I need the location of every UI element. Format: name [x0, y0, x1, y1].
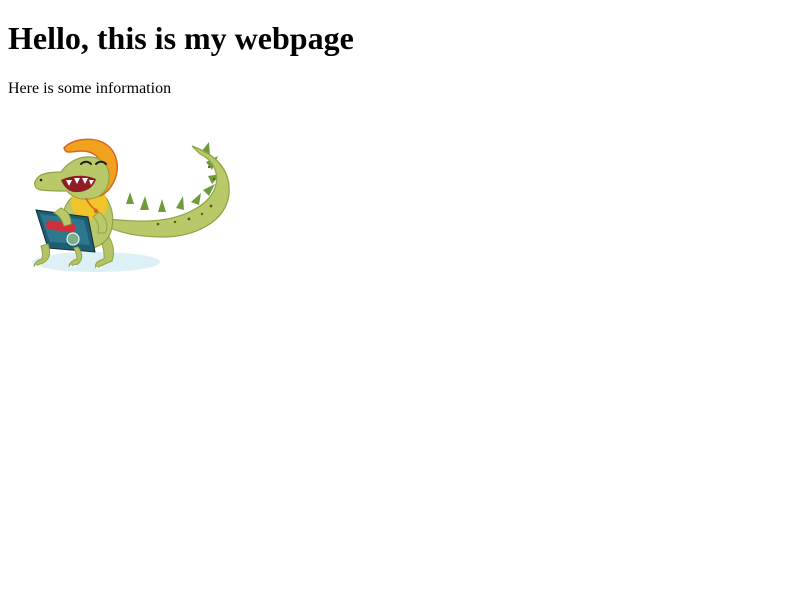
nostril-icon — [39, 178, 43, 182]
necklace-pendant — [93, 208, 99, 214]
page-title: Hello, this is my webpage — [8, 20, 354, 56]
ground-shadow — [32, 252, 160, 272]
laptop-badge-icon — [66, 232, 80, 246]
page-paragraph: Here is some information — [8, 80, 172, 97]
alligator-illustration — [16, 136, 236, 286]
webpage: Hello, this is my webpage Here is some i… — [0, 0, 800, 600]
alligator-image — [32, 138, 230, 272]
